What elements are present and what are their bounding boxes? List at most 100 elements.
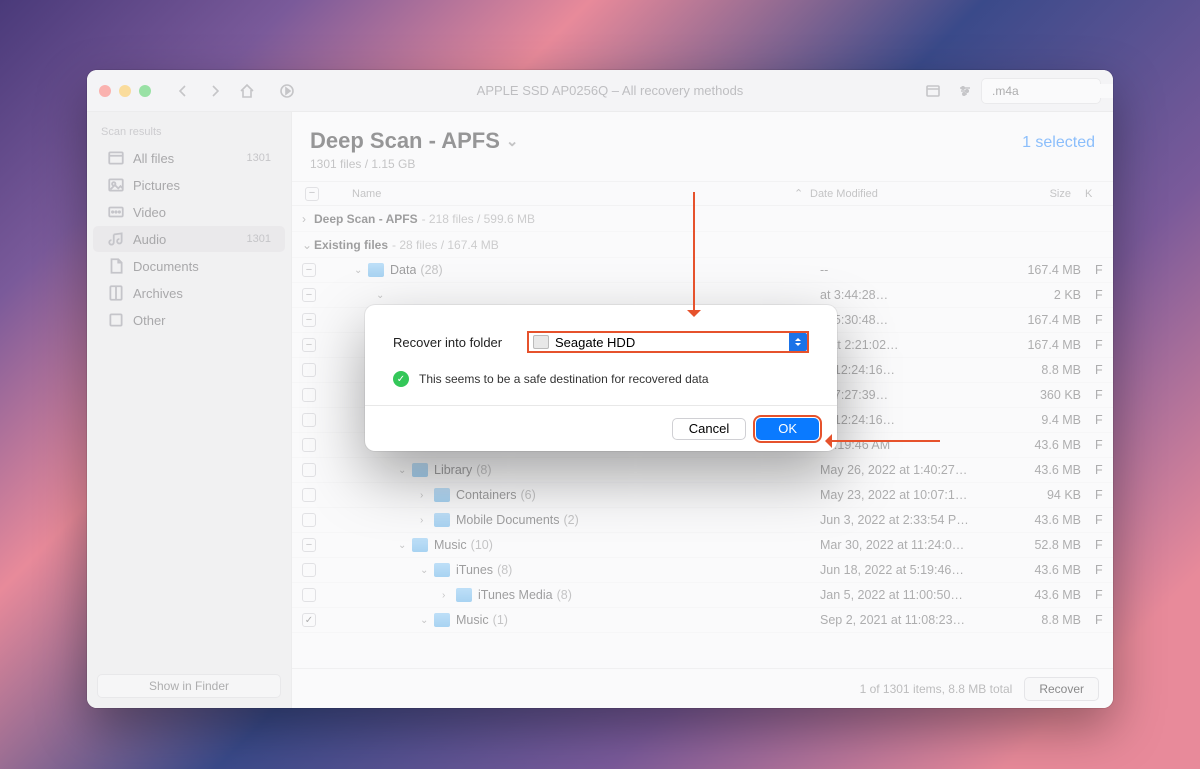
row-name: Library — [434, 463, 472, 477]
folder-icon — [368, 263, 384, 277]
show-in-finder-button[interactable]: Show in Finder — [97, 674, 281, 698]
row-size: 94 KB — [1010, 488, 1095, 502]
table-row[interactable]: ⌄Music(1)Sep 2, 2021 at 11:08:23…8.8 MBF — [292, 608, 1113, 633]
home-button[interactable] — [233, 77, 261, 105]
sidebar-item-audio[interactable]: Audio1301 — [93, 226, 285, 252]
sort-icon[interactable]: ⌃ — [794, 187, 810, 200]
view-button[interactable] — [919, 77, 947, 105]
documents-icon — [107, 258, 125, 274]
recover-dialog: Recover into folder Seagate HDD ✓ This s… — [365, 305, 837, 451]
group-header[interactable]: › Deep Scan - APFS - 218 files / 599.6 M… — [292, 206, 1113, 232]
footer-status: 1 of 1301 items, 8.8 MB total — [860, 682, 1013, 696]
column-checkbox[interactable] — [292, 187, 332, 201]
table-row[interactable]: ⌄Music(10)Mar 30, 2022 at 11:24:0…52.8 M… — [292, 533, 1113, 558]
row-checkbox[interactable] — [302, 388, 316, 402]
row-size: 167.4 MB — [1010, 338, 1095, 352]
other-icon — [107, 312, 125, 328]
sidebar-item-label: All files — [133, 151, 174, 166]
row-date: Jan 5, 2022 at 11:00:50… — [820, 588, 1010, 602]
sidebar-item-label: Video — [133, 205, 166, 220]
destination-info: This seems to be a safe destination for … — [419, 372, 709, 386]
back-button[interactable] — [169, 77, 197, 105]
row-checkbox[interactable] — [302, 413, 316, 427]
column-name[interactable]: Name — [332, 188, 794, 200]
column-size[interactable]: Size — [1000, 188, 1085, 200]
page-subtitle: 1301 files / 1.15 GB — [310, 157, 518, 171]
footer-bar: 1 of 1301 items, 8.8 MB total Recover — [292, 668, 1113, 708]
sidebar-item-other[interactable]: Other — [93, 307, 285, 333]
window-title: APPLE SSD AP0256Q – All recovery methods — [303, 83, 917, 98]
sidebar-item-all-files[interactable]: All files1301 — [93, 145, 285, 171]
row-date: Jun 18, 2022 at 5:19:46… — [820, 563, 1010, 577]
row-checkbox[interactable] — [302, 463, 316, 477]
chevron-down-icon[interactable]: ⌄ — [506, 132, 519, 150]
row-checkbox[interactable] — [302, 488, 316, 502]
forward-button[interactable] — [201, 77, 229, 105]
destination-select[interactable]: Seagate HDD — [527, 331, 809, 353]
group-header[interactable]: ⌄ Existing files - 28 files / 167.4 MB — [292, 232, 1113, 258]
table-row[interactable]: ⌄iTunes(8)Jun 18, 2022 at 5:19:46…43.6 M… — [292, 558, 1113, 583]
table-row[interactable]: ⌄Data(28)--167.4 MBF — [292, 258, 1113, 283]
page-title: Deep Scan - APFS⌄ — [310, 128, 518, 154]
ok-button[interactable]: OK — [756, 418, 819, 440]
row-kind: F — [1095, 363, 1113, 377]
video-icon — [107, 204, 125, 220]
row-count: (2) — [564, 513, 579, 527]
sidebar-item-label: Audio — [133, 232, 166, 247]
row-size: 52.8 MB — [1010, 538, 1095, 552]
row-date: at 7:27:39… — [820, 388, 1010, 402]
row-checkbox[interactable] — [302, 338, 316, 352]
sidebar-item-documents[interactable]: Documents — [93, 253, 285, 279]
row-size: 8.8 MB — [1010, 363, 1095, 377]
disclosure-icon: › — [302, 212, 314, 226]
row-date: at 5:30:48… — [820, 313, 1010, 327]
row-checkbox[interactable] — [302, 563, 316, 577]
row-checkbox[interactable] — [302, 363, 316, 377]
minimize-icon[interactable] — [119, 85, 131, 97]
row-kind: F — [1095, 463, 1113, 477]
files-icon — [107, 150, 125, 166]
column-date[interactable]: Date Modified — [810, 188, 1000, 200]
row-checkbox[interactable] — [302, 438, 316, 452]
sidebar-item-archives[interactable]: Archives — [93, 280, 285, 306]
table-row[interactable]: ›Containers(6)May 23, 2022 at 10:07:1…94… — [292, 483, 1113, 508]
zoom-icon[interactable] — [139, 85, 151, 97]
row-checkbox[interactable] — [302, 538, 316, 552]
sidebar-item-pictures[interactable]: Pictures — [93, 172, 285, 198]
row-checkbox[interactable] — [302, 613, 316, 627]
pictures-icon — [107, 177, 125, 193]
play-button[interactable] — [273, 77, 301, 105]
disclosure-icon: ⌄ — [302, 238, 314, 252]
table-row[interactable]: ⌄Library(8)May 26, 2022 at 1:40:27…43.6 … — [292, 458, 1113, 483]
annotation-arrowhead-down-icon — [687, 310, 701, 324]
close-icon[interactable] — [99, 85, 111, 97]
disclosure-icon: ⌄ — [420, 565, 432, 576]
check-circle-icon: ✓ — [393, 371, 409, 387]
row-name: Music — [456, 613, 489, 627]
row-checkbox[interactable] — [302, 288, 316, 302]
annotation-arrowhead-left-icon — [818, 434, 832, 448]
row-checkbox[interactable] — [302, 513, 316, 527]
sidebar: Scan results All files1301PicturesVideoA… — [87, 112, 292, 708]
table-row[interactable]: ›Mobile Documents(2)Jun 3, 2022 at 2:33:… — [292, 508, 1113, 533]
sidebar-item-label: Documents — [133, 259, 199, 274]
row-size: 2 KB — [1010, 288, 1095, 302]
disclosure-icon: › — [442, 590, 454, 601]
row-date: at 3:44:28… — [820, 288, 1010, 302]
recover-button[interactable]: Recover — [1024, 677, 1099, 701]
column-kind[interactable]: K — [1085, 188, 1103, 200]
search-field[interactable]: ✕ — [981, 78, 1101, 104]
sidebar-item-video[interactable]: Video — [93, 199, 285, 225]
row-checkbox[interactable] — [302, 313, 316, 327]
row-checkbox[interactable] — [302, 263, 316, 277]
cancel-button[interactable]: Cancel — [672, 418, 746, 440]
row-checkbox[interactable] — [302, 588, 316, 602]
filter-button[interactable] — [951, 77, 979, 105]
sidebar-item-label: Archives — [133, 286, 183, 301]
search-input[interactable] — [992, 84, 1113, 98]
table-row[interactable]: ›iTunes Media(8)Jan 5, 2022 at 11:00:50…… — [292, 583, 1113, 608]
row-date: at 12:24:16… — [820, 363, 1010, 377]
window-controls — [99, 85, 151, 97]
archives-icon — [107, 285, 125, 301]
row-kind: F — [1095, 288, 1113, 302]
